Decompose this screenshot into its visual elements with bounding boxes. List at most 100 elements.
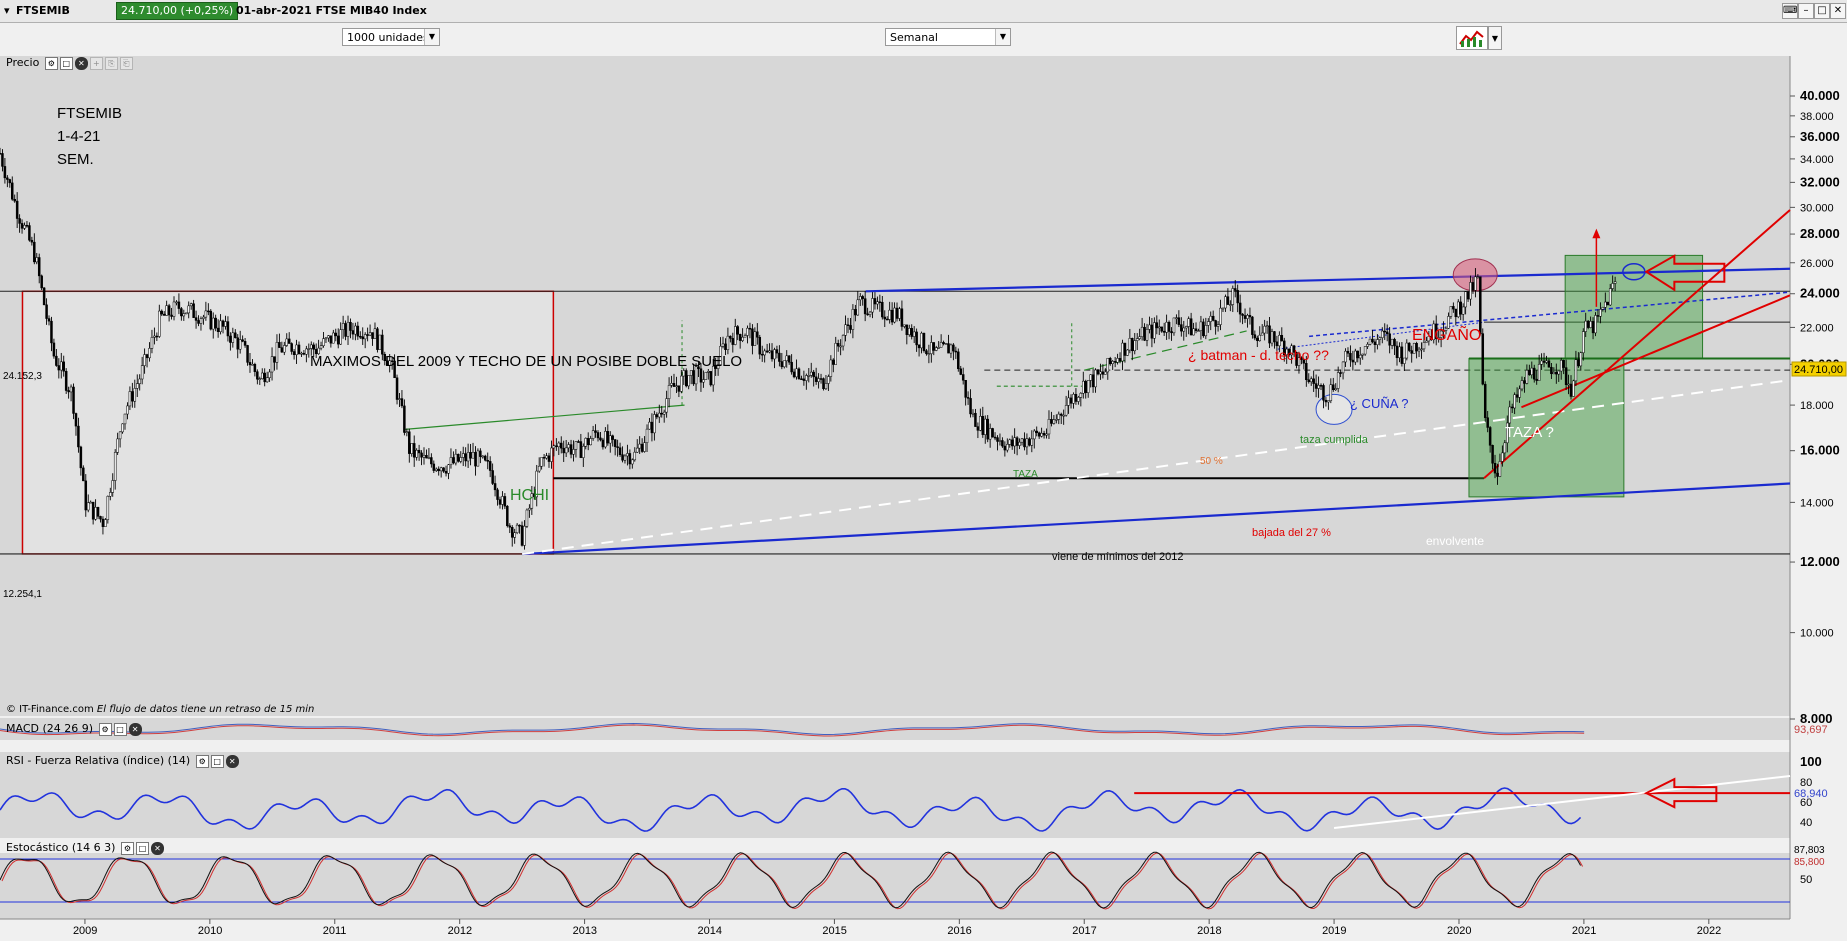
candle-body <box>988 428 992 440</box>
candle-body <box>356 325 360 337</box>
candle-body <box>998 440 1002 442</box>
candle-body <box>1461 306 1465 315</box>
candle-body <box>846 324 850 326</box>
maximize-panel-icon[interactable]: □ <box>113 722 127 736</box>
last-price-marker: 24.710,00 <box>1791 361 1847 377</box>
candle-body <box>1410 350 1413 354</box>
candle-body <box>481 455 485 458</box>
candle-body <box>275 342 279 363</box>
candle-body <box>234 332 237 338</box>
close-panel-icon[interactable]: ✕ <box>128 722 142 736</box>
candle-body <box>1067 397 1070 406</box>
candle-body <box>116 438 119 453</box>
candle-body <box>1231 288 1235 305</box>
candle-body <box>1523 380 1526 384</box>
candle-body <box>23 224 26 229</box>
candle-body <box>123 413 127 425</box>
candle-body <box>33 241 36 263</box>
candle-body <box>442 467 445 472</box>
y-tick-label: 34.000 <box>1800 154 1834 166</box>
candle-body <box>797 368 801 379</box>
candle-body <box>1265 325 1269 328</box>
candle-body <box>785 355 788 362</box>
candle-body <box>1035 430 1038 434</box>
candle-body <box>285 338 289 346</box>
candle-body <box>1388 333 1391 346</box>
candle-body <box>265 377 269 383</box>
credit-source: © IT-Finance.com <box>6 704 94 715</box>
candle-body <box>128 391 132 407</box>
candle-body <box>1126 349 1129 356</box>
candle-body <box>82 467 85 482</box>
wrench-icon[interactable]: ⚙ <box>120 841 134 855</box>
note-minimos: viene de mínimos del 2012 <box>1052 551 1183 563</box>
wrench-icon[interactable]: ⚙ <box>98 722 112 736</box>
candle-body <box>1273 331 1276 343</box>
candle-body <box>457 453 460 462</box>
candle-body <box>807 375 811 377</box>
x-tick-label: 2011 <box>323 925 347 937</box>
candle-body <box>361 336 364 340</box>
candle-body <box>1155 322 1159 329</box>
candle-body <box>1104 371 1107 375</box>
y-tick-label: 30.000 <box>1800 202 1834 214</box>
candle-body <box>172 301 176 317</box>
candle-body <box>1356 350 1360 359</box>
close-panel-icon[interactable]: ✕ <box>150 841 164 855</box>
candle-body <box>148 348 151 359</box>
candle-body <box>185 312 188 315</box>
candle-body <box>707 371 710 373</box>
candle-body <box>709 371 713 386</box>
candle-body <box>692 370 695 385</box>
candle-body <box>996 437 999 442</box>
candle-body <box>552 445 556 449</box>
candle-body <box>1488 427 1492 446</box>
stoch-panel-header: Estocástico (14 6 3) ⚙ □ ✕ <box>4 840 166 856</box>
candle-body <box>702 379 705 383</box>
candle-body <box>1400 346 1404 364</box>
candle-body <box>13 198 16 202</box>
candle-body <box>1118 358 1122 362</box>
candle-body <box>1577 359 1580 367</box>
maximize-panel-icon[interactable]: □ <box>59 56 73 70</box>
candle-body <box>800 378 803 380</box>
maximize-panel-icon[interactable]: □ <box>210 754 224 768</box>
candle-body <box>444 471 448 474</box>
candle-body <box>1006 444 1009 451</box>
candle-body <box>1383 330 1386 333</box>
maximize-panel-icon[interactable]: □ <box>135 841 149 855</box>
candle-body <box>640 443 644 452</box>
candle-body <box>506 505 509 527</box>
close-panel-icon[interactable]: ✕ <box>225 754 239 768</box>
candle-body <box>243 341 247 346</box>
candle-body <box>616 446 619 448</box>
candle-body <box>1131 338 1134 352</box>
candle-body <box>214 317 217 329</box>
x-tick-label: 2016 <box>947 925 971 937</box>
rsi-plot-bg <box>0 752 1790 838</box>
candle-body <box>1586 320 1590 328</box>
candle-body <box>459 457 463 462</box>
wrench-icon[interactable]: ⚙ <box>44 56 58 70</box>
candle-body <box>167 305 171 316</box>
candle-body <box>322 338 325 347</box>
wrench-icon[interactable]: ⚙ <box>195 754 209 768</box>
x-tick-label: 2017 <box>1072 925 1096 937</box>
candle-body <box>876 301 879 305</box>
candle-body <box>466 452 470 462</box>
candle-body <box>192 303 195 318</box>
candle-body <box>1510 406 1514 409</box>
x-axis-ticks: 2009 2010 2011 2012 2013 2014 2015 2016 2017 2018… <box>73 919 1721 937</box>
candle-body <box>1133 340 1137 352</box>
candle-body <box>1555 372 1558 375</box>
candle-body <box>135 383 139 389</box>
candle-body <box>1275 341 1279 347</box>
close-panel-icon[interactable]: ✕ <box>74 56 88 70</box>
candle-body <box>1182 327 1186 332</box>
candle-body <box>871 298 874 313</box>
candle-body <box>1420 348 1423 351</box>
rsi-panel-header: RSI - Fuerza Relativa (índice) (14) ⚙ □ ✕ <box>4 753 241 769</box>
candle-body <box>1466 291 1470 300</box>
candle-body <box>99 516 102 520</box>
candle-body <box>937 347 940 349</box>
